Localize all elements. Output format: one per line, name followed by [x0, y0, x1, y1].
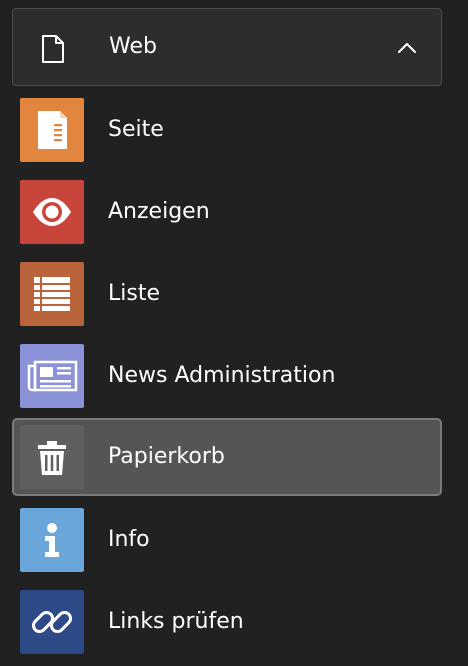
- link-icon: [20, 590, 84, 654]
- module-item-papierkorb[interactable]: Papierkorb: [12, 418, 442, 496]
- module-item-info[interactable]: Info: [12, 501, 442, 579]
- module-item-liste[interactable]: Liste: [12, 255, 442, 333]
- info-icon: [20, 508, 84, 572]
- module-label-liste: Liste: [108, 281, 160, 306]
- newspaper-icon: [20, 344, 84, 408]
- module-label-news-administration: News Administration: [108, 363, 336, 388]
- module-item-news-administration[interactable]: News Administration: [12, 337, 442, 415]
- module-group-title: Web: [109, 34, 157, 59]
- module-item-anzeigen[interactable]: Anzeigen: [12, 173, 442, 251]
- chevron-up-icon[interactable]: [397, 41, 417, 55]
- module-item-links-pruefen[interactable]: Links prüfen: [12, 583, 442, 661]
- module-label-info: Info: [108, 527, 150, 552]
- module-label-anzeigen: Anzeigen: [108, 199, 210, 224]
- list-icon: [20, 262, 84, 326]
- module-label-papierkorb: Papierkorb: [108, 444, 225, 469]
- module-label-links-pruefen: Links prüfen: [108, 609, 244, 634]
- module-group-web[interactable]: Web: [12, 8, 442, 86]
- document-icon: [42, 35, 64, 63]
- trash-icon: [20, 425, 84, 489]
- eye-icon: [20, 180, 84, 244]
- module-item-seite[interactable]: Seite: [12, 91, 442, 169]
- module-label-seite: Seite: [108, 117, 164, 142]
- page-icon: [20, 98, 84, 162]
